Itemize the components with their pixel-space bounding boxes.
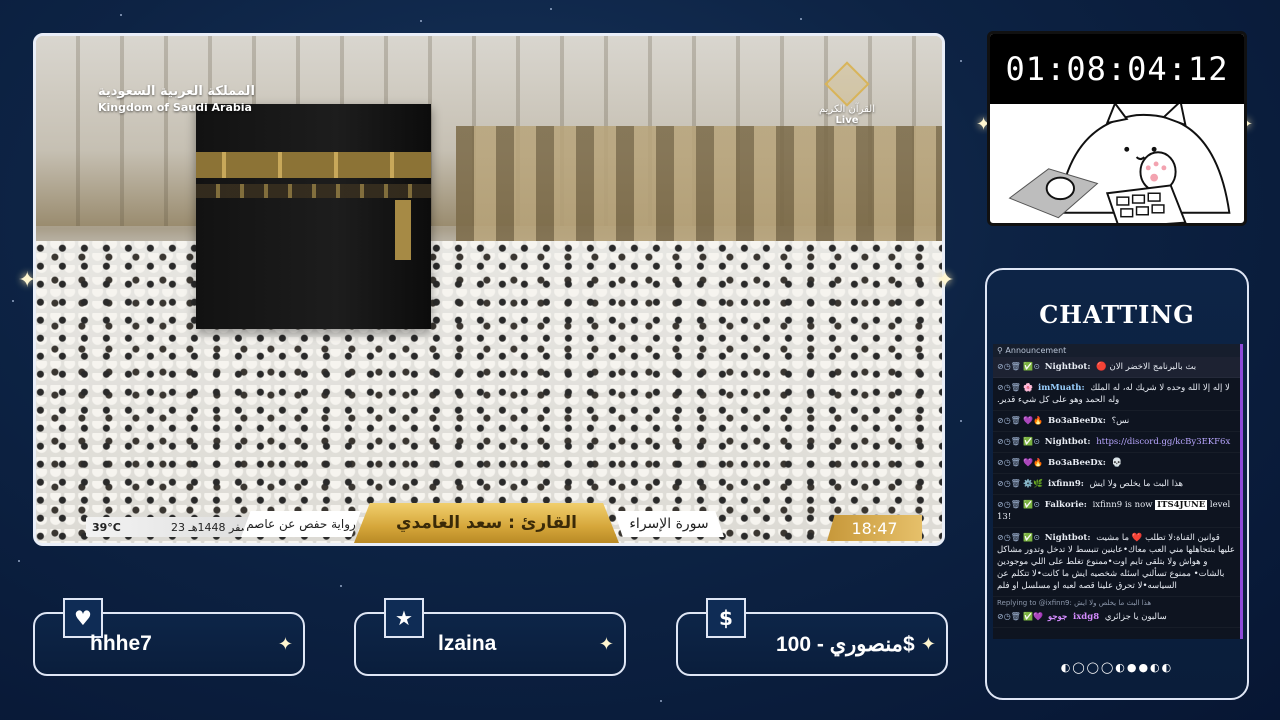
chat-username[interactable]: ixfinn9:	[1048, 479, 1084, 489]
kaaba	[196, 104, 431, 329]
channel-name-english: Kingdom of Saudi Arabia	[98, 101, 252, 114]
chat-message-list[interactable]: ⚲ Announcement ⊘◷🗑 ✅⊙ Nightbot: بث بالبر…	[993, 344, 1243, 639]
latest-follower-name: hhhe7	[90, 632, 152, 655]
mosque-gold-arcade	[456, 126, 942, 246]
chat-username[interactable]: Bo3aBeeDx:	[1048, 458, 1106, 468]
sparkle-icon: ✦	[277, 634, 293, 655]
kaaba-door	[395, 200, 411, 260]
chat-text: 💀	[1111, 458, 1123, 468]
chat-text: ixfinn9 is now	[1092, 500, 1153, 510]
live-indicator: Live	[835, 115, 859, 126]
stream-timer-panel: 01:08:04:12	[987, 31, 1247, 226]
chat-message[interactable]: ⊘◷🗑 ⚙️🌿 ixfinn9: هذا البث ما يخلص ولا اي…	[993, 474, 1240, 495]
chat-highlight-tag: ITS4JUNE	[1155, 500, 1208, 510]
donation-card: $ منصوري - 100$ ✦	[676, 598, 948, 676]
chat-username[interactable]: Nightbot:	[1045, 533, 1091, 543]
badge-icons: ⊘◷🗑 🌸	[997, 383, 1034, 392]
riwaya-label: رواية حفص عن عاصم	[241, 511, 361, 537]
chat-text: سالبون يا جزائري	[1104, 612, 1167, 622]
weather-date-box: 39°C 23 صفر 1448هـ	[86, 517, 256, 537]
latest-donation: منصوري - 100$	[776, 633, 915, 656]
badge-icons: ⊘◷🗑 ⚙️🌿	[997, 479, 1044, 488]
latest-subscriber-name: lzaina	[438, 632, 497, 655]
quran-channel-logo: القرآن الكريم Live	[802, 61, 892, 126]
chat-username-prefix[interactable]: جوجو	[1048, 612, 1067, 622]
kaaba-kiswa-band-lower	[196, 184, 431, 198]
channel-name-arabic: المملكة العربية السعودية	[98, 84, 255, 99]
chat-username[interactable]: Nightbot:	[1045, 437, 1091, 447]
chat-message[interactable]: ⊘◷🗑 ✅⊙ Nightbot: https://discord.gg/kcBy…	[993, 432, 1240, 453]
kaaba-kiswa-band	[196, 152, 431, 178]
pilgrims-crowd	[36, 241, 942, 543]
chat-username[interactable]: Falkorie:	[1045, 500, 1087, 510]
chat-message[interactable]: ⊘◷🗑 ✅⊙ Nightbot: بث بالبرنامج الاخضر الا…	[993, 357, 1240, 378]
sparkle-icon: ✦	[598, 634, 614, 655]
badge-icons: ⊘◷🗑 💜🔥	[997, 458, 1044, 467]
chat-username[interactable]: imMuath:	[1038, 383, 1085, 393]
announcement-label: Announcement	[1005, 346, 1067, 355]
chat-message[interactable]: ⊘◷🗑 💜🔥 Bo3aBeeDx: نس؟	[993, 411, 1240, 432]
reciter-label: القارئ : سعد الغامدي	[354, 503, 619, 543]
chat-username[interactable]: Bo3aBeeDx:	[1048, 416, 1106, 426]
stream-video: المملكة العربية السعودية Kingdom of Saud…	[33, 33, 945, 546]
bongo-cat-icon	[1008, 99, 1231, 223]
chat-page-dots: ◐◯◯◯◐●●◐◐	[1060, 661, 1174, 674]
chat-message[interactable]: ⊘◷🗑 ✅⊙ Nightbot: قوانين القناة:لا تطلب ❤…	[993, 528, 1240, 597]
quran-emblem-icon	[824, 61, 870, 107]
chat-link[interactable]: https://discord.gg/kcBy3EKF6x	[1096, 437, 1230, 447]
chat-announcement: ⚲ Announcement	[993, 344, 1240, 357]
subscriber-card: ★ lzaina ✦	[354, 598, 626, 676]
sparkle-icon: ✦	[936, 268, 955, 293]
chat-text: هذا البث ما يخلص ولا ايش	[1089, 479, 1184, 489]
surah-label: سورة الإسراء	[614, 511, 724, 537]
badge-icons: ⊘◷🗑 ✅⊙	[997, 500, 1041, 509]
chat-username[interactable]: ixdg8	[1073, 612, 1099, 622]
temperature: 39°C	[92, 520, 121, 534]
countdown-timer: 01:08:04:12	[990, 34, 1244, 104]
reply-reference: Replying to @ixfinn9: هذا البث ما يخلص و…	[997, 599, 1152, 607]
badge-icons: ⊘◷🗑 ✅💜	[997, 612, 1044, 621]
sparkle-icon: ✦	[18, 268, 37, 293]
badge-icons: ⊘◷🗑 ✅⊙	[997, 437, 1041, 446]
lower-third-banner: 39°C 23 صفر 1448هـ رواية حفص عن عاصم الق…	[36, 503, 942, 543]
chat-text: بث بالبرنامج الاخضر الان 🔴	[1096, 362, 1197, 372]
stream-clock: 18:47	[827, 515, 922, 541]
badge-icons: ⊘◷🗑 ✅⊙	[997, 362, 1041, 371]
follower-card: ♥ hhhe7 ✦	[33, 598, 305, 676]
chat-text: نس؟	[1111, 416, 1130, 426]
chat-message[interactable]: ⊘◷🗑 ✅💜 جوجو ixdg8 سالبون يا جزائري	[993, 607, 1240, 628]
channel-logo-text: المملكة العربية السعودية Kingdom of Saud…	[98, 84, 255, 114]
chat-message[interactable]: ⊘◷🗑 🌸 imMuath: لا إله إلا الله وحده لا ش…	[993, 378, 1240, 411]
chat-title: CHATTING	[1039, 300, 1195, 329]
hijri-date: 23 صفر 1448هـ	[170, 520, 250, 534]
sparkle-icon: ✦	[920, 634, 936, 655]
chat-message[interactable]: ⊘◷🗑 ✅⊙ Falkorie: ixfinn9 is now ITS4JUNE…	[993, 495, 1240, 528]
announcement-icon: ⚲	[997, 346, 1003, 355]
badge-icons: ⊘◷🗑 💜🔥	[997, 416, 1044, 425]
chat-message[interactable]: ⊘◷🗑 💜🔥 Bo3aBeeDx: 💀	[993, 453, 1240, 474]
chat-username[interactable]: Nightbot:	[1045, 362, 1091, 372]
chat-panel: CHATTING ⚲ Announcement ⊘◷🗑 ✅⊙ Nightbot:…	[985, 268, 1249, 700]
badge-icons: ⊘◷🗑 ✅⊙	[997, 533, 1041, 542]
